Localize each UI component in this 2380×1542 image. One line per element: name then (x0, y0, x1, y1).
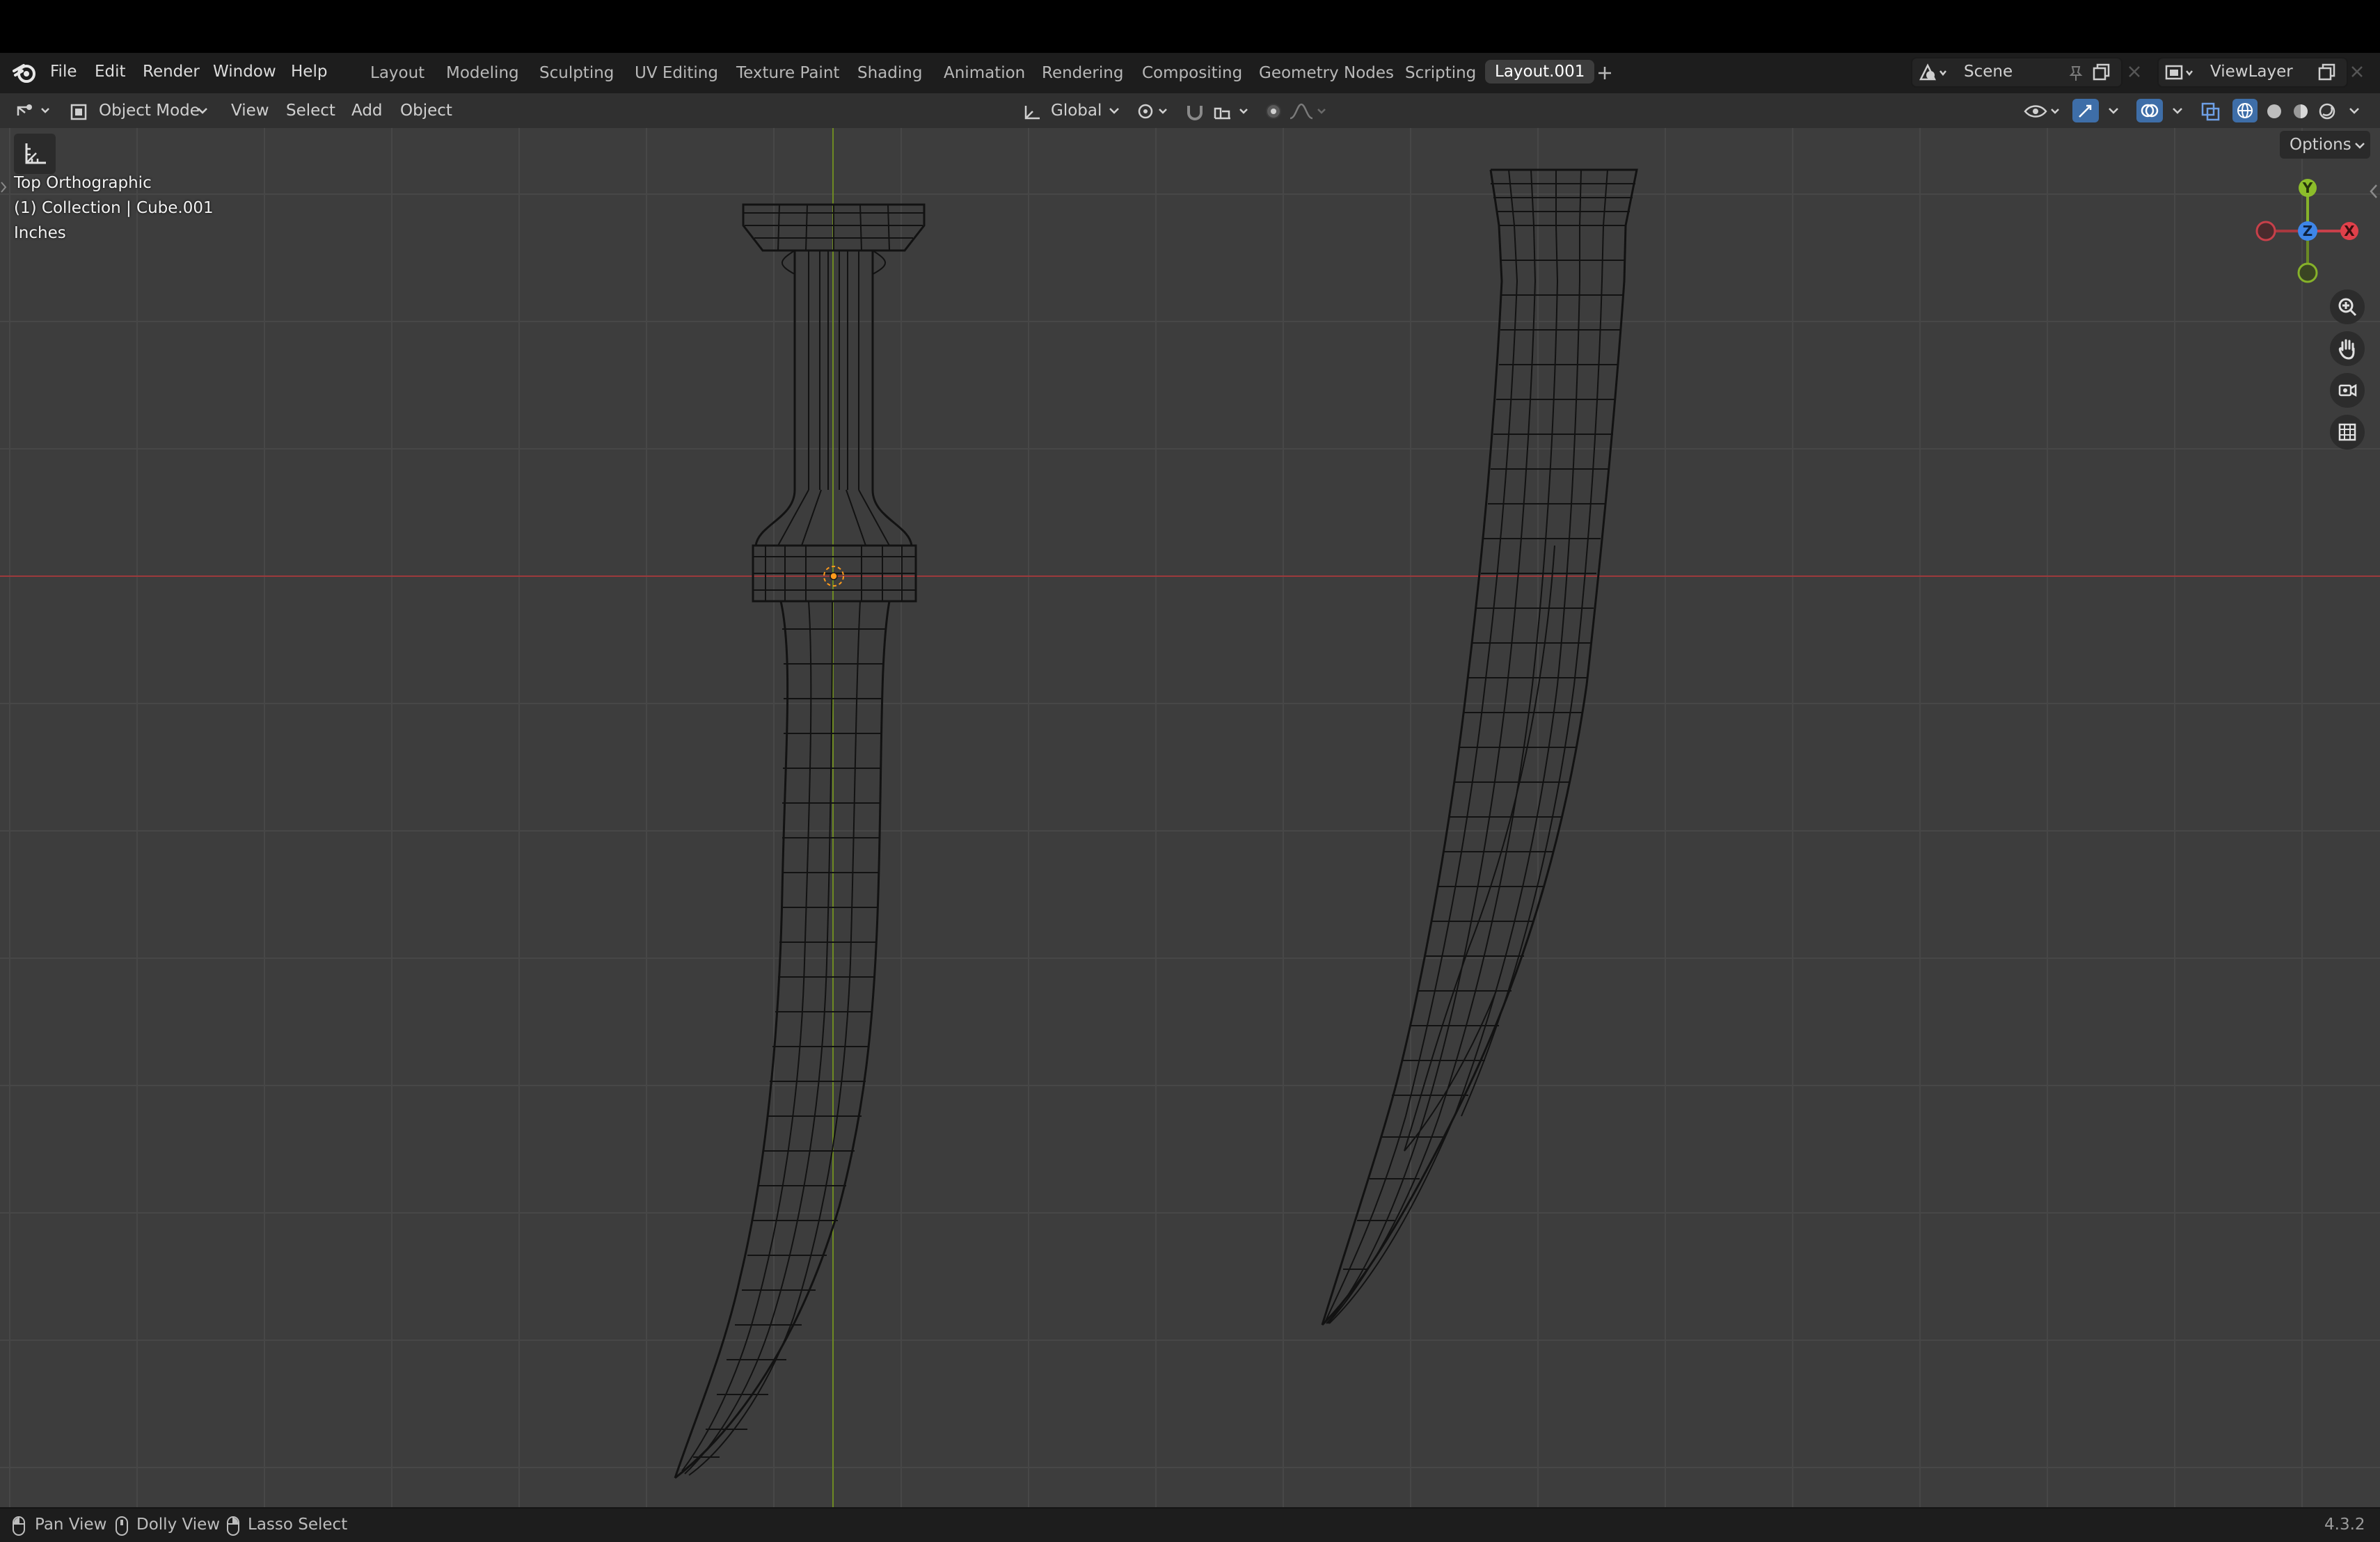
object-mode-icon (70, 104, 87, 120)
chevron-down-icon[interactable] (2349, 107, 2359, 114)
duplicate-view-layer-icon[interactable] (2317, 63, 2337, 82)
menu-add[interactable]: Add (351, 100, 383, 121)
plus-icon[interactable] (1597, 65, 1612, 81)
menu-render[interactable]: Render (143, 61, 200, 82)
proportional-falloff-icon[interactable] (1289, 102, 1331, 121)
orientation-label: Global (1051, 102, 1102, 120)
view-layer-icon (2165, 65, 2193, 80)
viewport-header: Object Mode View Select Add Object Globa… (0, 93, 2380, 129)
menu-window[interactable]: Window (213, 61, 276, 82)
dagger-wireframe-mesh (674, 168, 1638, 1479)
rendered-shading-icon[interactable] (2317, 102, 2337, 121)
mode-dropdown[interactable]: Object Mode (64, 97, 214, 124)
pivot-point-icon[interactable] (1136, 102, 1173, 121)
tab-compositing[interactable]: Compositing (1142, 63, 1242, 84)
status-pan-view: Pan View (35, 1516, 107, 1534)
gizmo-toggle-button[interactable] (2072, 99, 2099, 122)
chevron-down-icon (1109, 108, 1119, 114)
wireframe-sphere-icon (2237, 103, 2253, 118)
tab-scripting[interactable]: Scripting (1405, 63, 1476, 84)
scene-name: Scene (1964, 63, 2013, 81)
version-label: 4.3.2 (2324, 1516, 2365, 1534)
menu-edit[interactable]: Edit (95, 61, 126, 82)
menu-object[interactable]: Object (400, 100, 452, 121)
scene-selector[interactable]: Scene (1911, 57, 2123, 88)
tab-modeling[interactable]: Modeling (446, 63, 519, 84)
solid-shading-icon[interactable] (2264, 102, 2284, 121)
scene-icon (1919, 63, 1946, 81)
mode-label: Object Mode (99, 102, 200, 120)
pin-icon[interactable] (2067, 64, 2085, 82)
proportional-editing-icon[interactable] (1264, 102, 1283, 121)
status-dolly-view: Dolly View (136, 1516, 221, 1534)
mouse-left-icon (13, 1516, 25, 1536)
status-bar: Pan View Dolly View Lasso Select 4.3.2 (0, 1507, 2380, 1542)
tab-rendering[interactable]: Rendering (1042, 63, 1123, 84)
overlays-toggle-button[interactable] (2136, 99, 2163, 122)
blender-logo-icon[interactable] (13, 63, 38, 84)
3d-viewport[interactable]: Top Orthographic (1) Collection | Cube.0… (0, 128, 2380, 1507)
orientation-global-icon (1024, 106, 1040, 120)
tab-sculpting[interactable]: Sculpting (539, 63, 614, 84)
mouse-right-icon (227, 1516, 239, 1536)
snap-target-icon[interactable] (1212, 102, 1254, 121)
chevron-down-icon[interactable] (2173, 107, 2182, 114)
view-layer-name: ViewLayer (2210, 63, 2293, 81)
topbar: File Edit Render Window Help Layout Mode… (0, 53, 2380, 95)
overlays-icon (2141, 104, 2159, 118)
material-shading-icon[interactable] (2291, 102, 2310, 121)
tab-layout[interactable]: Layout (370, 63, 425, 84)
menu-view[interactable]: View (231, 100, 269, 121)
visibility-icon[interactable] (2024, 102, 2064, 121)
menu-help[interactable]: Help (291, 61, 327, 82)
tab-uv-editing[interactable]: UV Editing (635, 63, 718, 84)
chevron-down-icon[interactable] (2109, 107, 2118, 114)
object-origin-marker (823, 566, 844, 587)
chevron-down-icon (198, 108, 207, 114)
view-layer-selector[interactable]: ViewLayer (2157, 57, 2348, 88)
tab-texture-paint[interactable]: Texture Paint (736, 63, 839, 84)
menu-select[interactable]: Select (286, 100, 335, 121)
tab-animation[interactable]: Animation (944, 63, 1025, 84)
transform-orientation-dropdown[interactable]: Global (1019, 97, 1123, 124)
xray-toggle-icon[interactable] (2200, 102, 2221, 121)
editor-type-button[interactable] (8, 99, 57, 122)
mouse-middle-icon (116, 1516, 128, 1536)
snap-toggle-icon[interactable] (1183, 102, 1207, 121)
menu-file[interactable]: File (50, 61, 77, 82)
editor-type-icon (17, 104, 49, 116)
wireframe-shading-button[interactable] (2232, 99, 2258, 122)
tab-layout-001[interactable]: Layout.001 (1485, 60, 1595, 84)
tab-shading[interactable]: Shading (857, 63, 922, 84)
tab-geometry-nodes[interactable]: Geometry Nodes (1259, 63, 1394, 84)
status-lasso-select: Lasso Select (248, 1516, 348, 1534)
duplicate-scene-icon[interactable] (2092, 63, 2111, 82)
gizmo-icon (2079, 104, 2092, 118)
close-view-layer-icon[interactable] (2349, 64, 2365, 79)
close-scene-icon[interactable] (2127, 64, 2142, 79)
